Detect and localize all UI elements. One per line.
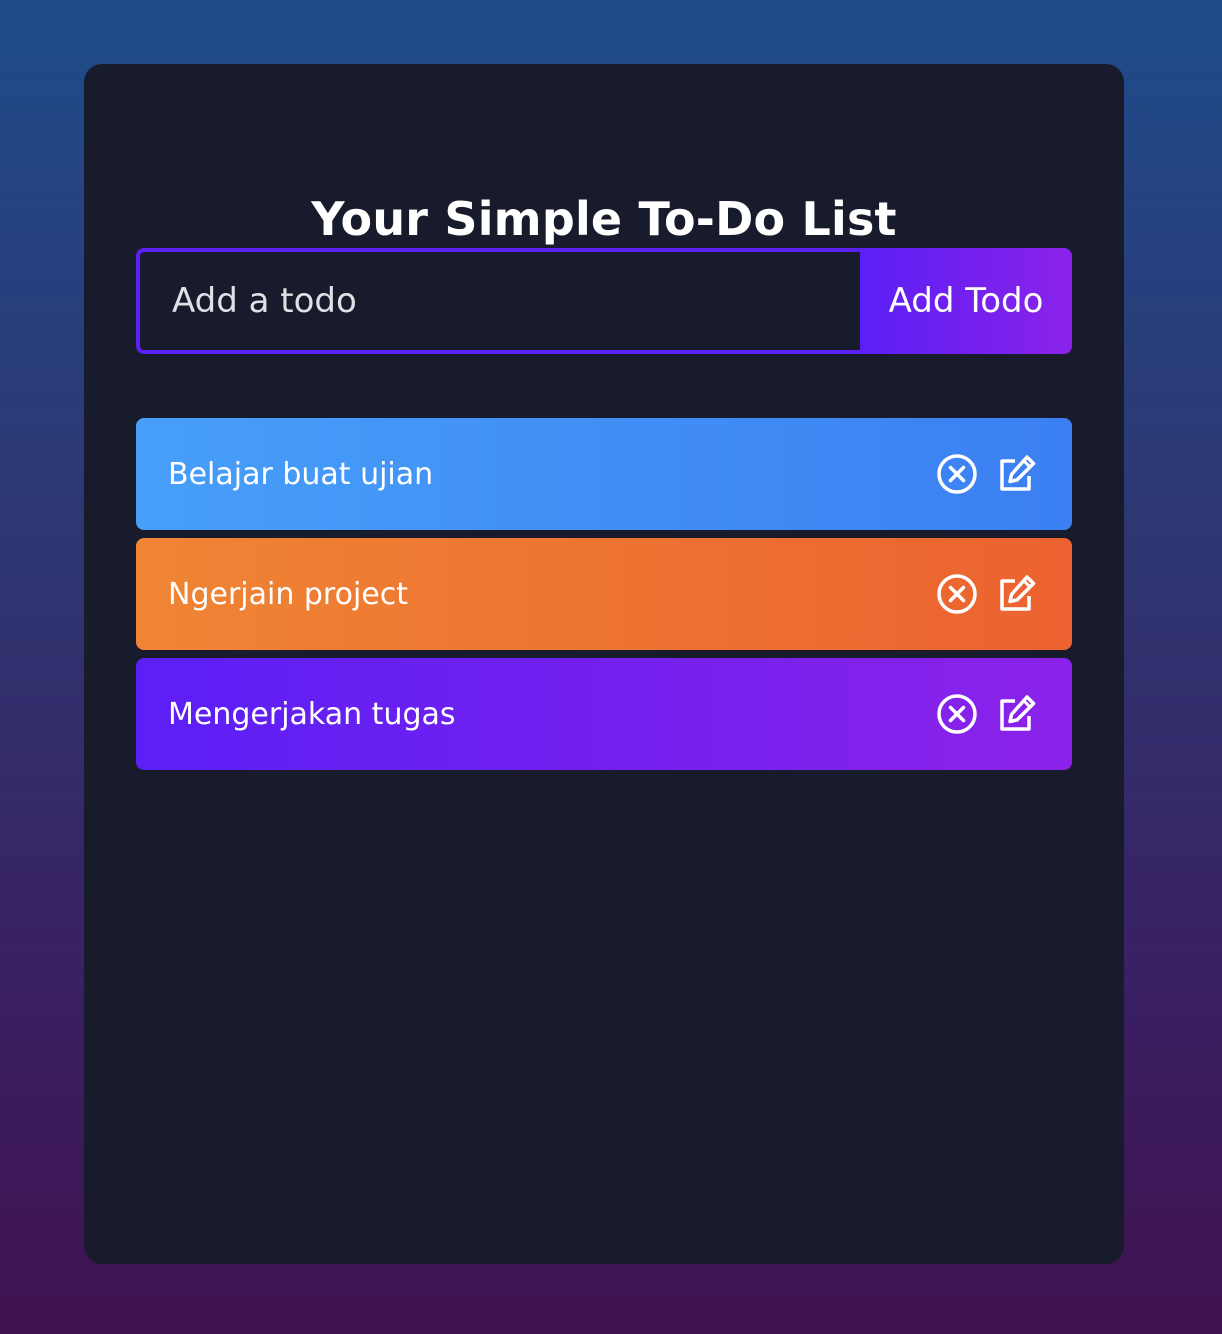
todo-item: Mengerjakan tugas [136, 658, 1072, 770]
edit-icon[interactable] [996, 453, 1038, 495]
edit-icon[interactable] [996, 693, 1038, 735]
page-title: Your Simple To-Do List [311, 192, 897, 246]
todo-list: Belajar buat ujian Ngerjain project Meng… [136, 418, 1072, 778]
close-circle-icon[interactable] [936, 573, 978, 615]
todo-text[interactable]: Ngerjain project [168, 577, 936, 612]
todo-text[interactable]: Mengerjakan tugas [168, 697, 936, 732]
todo-app-card: Your Simple To-Do List Add Todo Belajar … [84, 64, 1124, 1264]
add-todo-form: Add Todo [136, 248, 1072, 354]
edit-icon[interactable] [996, 573, 1038, 615]
todo-actions [936, 573, 1038, 615]
todo-item: Belajar buat ujian [136, 418, 1072, 530]
close-circle-icon[interactable] [936, 693, 978, 735]
todo-input[interactable] [136, 248, 860, 354]
todo-actions [936, 693, 1038, 735]
close-circle-icon[interactable] [936, 453, 978, 495]
todo-text[interactable]: Belajar buat ujian [168, 457, 936, 492]
add-todo-button[interactable]: Add Todo [860, 248, 1072, 354]
todo-actions [936, 453, 1038, 495]
todo-item: Ngerjain project [136, 538, 1072, 650]
